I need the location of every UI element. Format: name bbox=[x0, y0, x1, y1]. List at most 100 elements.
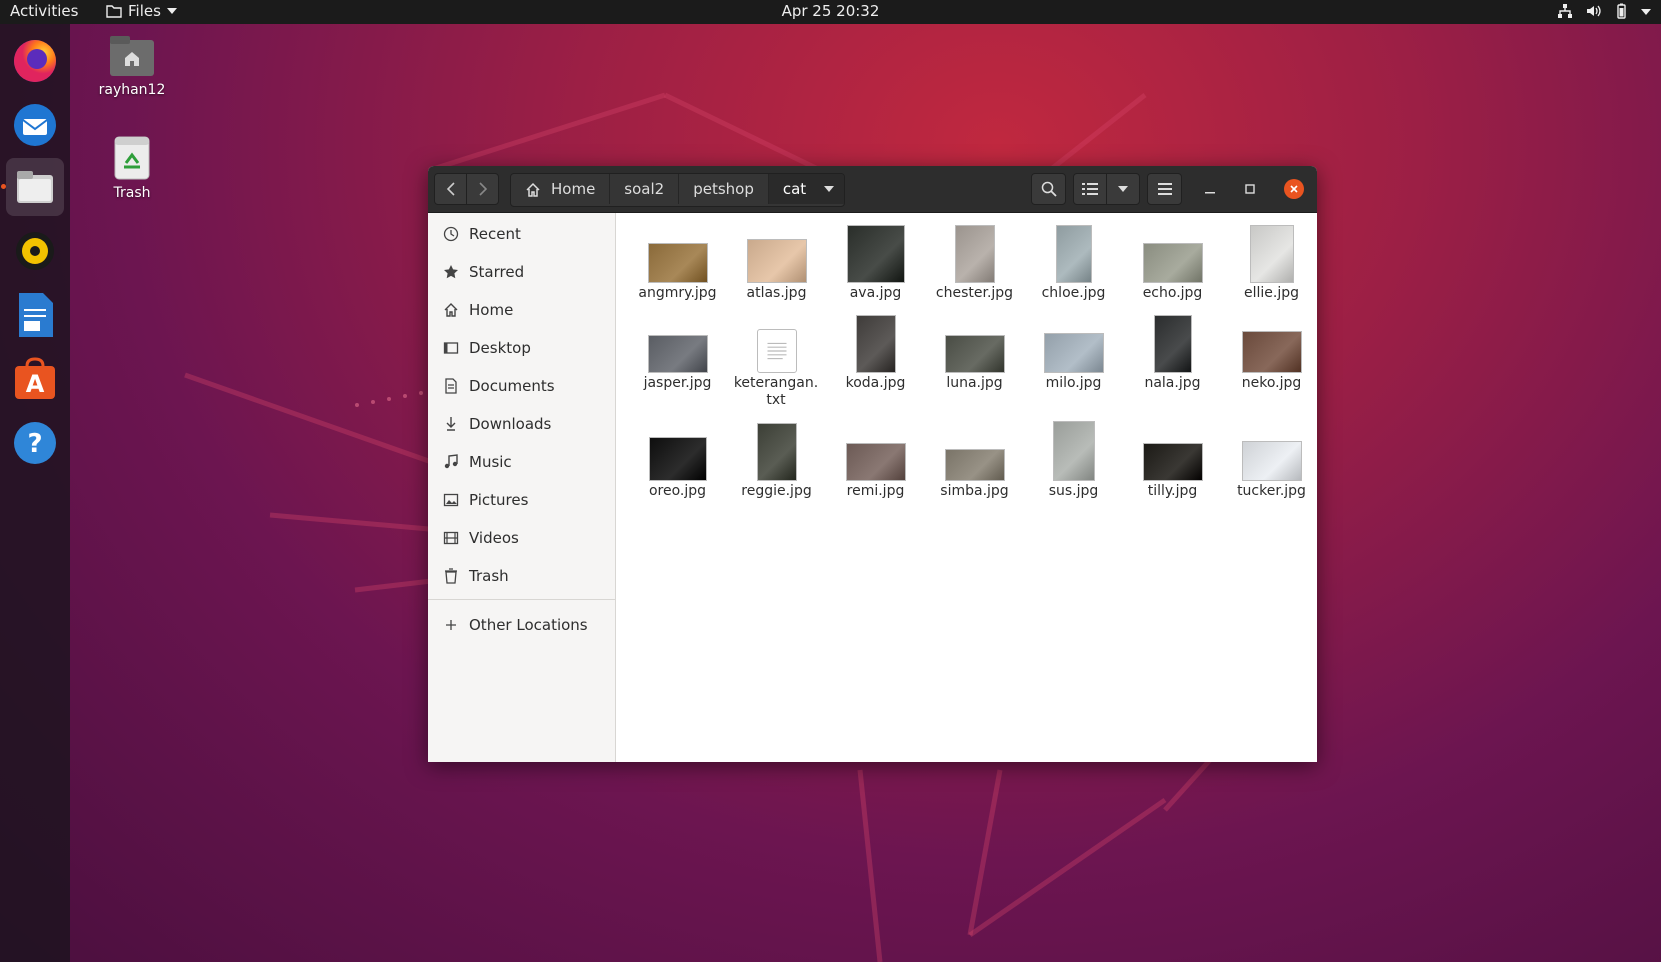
network-icon bbox=[1558, 4, 1572, 18]
file-name: angmry.jpg bbox=[638, 285, 717, 301]
file-name: nala.jpg bbox=[1144, 375, 1201, 391]
file-name: atlas.jpg bbox=[746, 285, 807, 301]
breadcrumb-petshop[interactable]: petshop bbox=[679, 174, 769, 204]
dock: A ? bbox=[0, 24, 70, 962]
desktop-trash[interactable]: Trash bbox=[77, 135, 187, 201]
sidebar-item-music[interactable]: Music bbox=[428, 443, 615, 481]
top-bar: Activities Files Apr 25 20:32 bbox=[0, 0, 1661, 24]
sidebar-divider bbox=[428, 599, 615, 600]
software-center-icon[interactable]: A bbox=[6, 350, 64, 408]
search-button[interactable] bbox=[1031, 173, 1066, 205]
maximize-button[interactable] bbox=[1236, 173, 1264, 205]
image-thumbnail bbox=[954, 225, 995, 283]
activities-button[interactable]: Activities bbox=[10, 2, 78, 20]
breadcrumb: Home soal2 petshop cat bbox=[510, 173, 846, 207]
breadcrumb-cat[interactable]: cat bbox=[768, 174, 845, 204]
image-thumbnail bbox=[944, 449, 1005, 481]
sidebar-item-downloads[interactable]: Downloads bbox=[428, 405, 615, 443]
file-name: chester.jpg bbox=[935, 285, 1014, 301]
home-folder-icon bbox=[110, 36, 154, 76]
view-list-button[interactable] bbox=[1073, 173, 1107, 205]
firefox-icon[interactable] bbox=[6, 32, 64, 90]
trash-icon bbox=[114, 136, 150, 180]
home-icon bbox=[444, 303, 458, 317]
thunderbird-icon[interactable] bbox=[6, 96, 64, 154]
libreoffice-writer-icon[interactable] bbox=[6, 286, 64, 344]
system-tray[interactable] bbox=[1557, 3, 1651, 19]
image-thumbnail bbox=[855, 315, 896, 373]
image-thumbnail bbox=[648, 437, 707, 481]
file-name: jasper.jpg bbox=[643, 375, 712, 391]
image-thumbnail bbox=[1043, 333, 1104, 373]
image-thumbnail bbox=[845, 443, 906, 481]
sidebar-item-pictures[interactable]: Pictures bbox=[428, 481, 615, 519]
file-name: keterangan. txt bbox=[733, 375, 819, 408]
image-thumbnail bbox=[1241, 441, 1302, 481]
rhythmbox-icon[interactable] bbox=[6, 222, 64, 280]
file-grid: angmry.jpg atlas.jpg ava.jpg chester.jpg chl… bbox=[616, 213, 1317, 762]
text-file-icon bbox=[756, 329, 797, 373]
folder-icon bbox=[106, 5, 122, 18]
view-options-button[interactable] bbox=[1106, 173, 1140, 205]
battery-icon bbox=[1617, 3, 1626, 19]
image-thumbnail bbox=[1052, 421, 1095, 481]
app-menu-label: Files bbox=[128, 2, 161, 20]
sidebar-item-home[interactable]: Home bbox=[428, 291, 615, 329]
image-thumbnail bbox=[647, 243, 708, 283]
close-button[interactable] bbox=[1284, 179, 1304, 199]
file-name: chloe.jpg bbox=[1041, 285, 1106, 301]
home-icon bbox=[526, 182, 540, 197]
file-name: koda.jpg bbox=[845, 375, 906, 391]
back-button[interactable] bbox=[434, 173, 467, 205]
desktop-icon bbox=[443, 342, 459, 354]
file-name: reggie.jpg bbox=[741, 483, 812, 499]
chevron-left-icon bbox=[446, 182, 455, 196]
search-icon bbox=[1041, 181, 1057, 197]
document-icon bbox=[445, 378, 457, 394]
sidebar-item-trash[interactable]: Trash bbox=[428, 557, 615, 595]
file-name: simba.jpg bbox=[940, 483, 1009, 499]
image-thumbnail bbox=[1055, 225, 1092, 283]
app-menu-button[interactable]: Files bbox=[106, 2, 177, 20]
sidebar-item-recent[interactable]: Recent bbox=[428, 215, 615, 253]
breadcrumb-soal2[interactable]: soal2 bbox=[610, 174, 680, 204]
image-thumbnail bbox=[756, 423, 797, 481]
minimize-button[interactable] bbox=[1196, 173, 1224, 205]
file-name: remi.jpg bbox=[846, 483, 905, 499]
files-icon[interactable] bbox=[6, 158, 64, 216]
trash-icon bbox=[445, 568, 457, 584]
header-bar: Home soal2 petshop cat bbox=[428, 166, 1317, 213]
image-thumbnail bbox=[944, 335, 1005, 373]
star-icon bbox=[444, 265, 458, 279]
video-icon bbox=[443, 531, 459, 545]
image-thumbnail bbox=[1142, 443, 1203, 481]
help-icon[interactable]: ? bbox=[6, 414, 64, 472]
chevron-down-icon bbox=[1641, 9, 1651, 15]
svg-text:A: A bbox=[26, 370, 45, 398]
desktop-home-folder[interactable]: rayhan12 bbox=[77, 34, 187, 98]
clock[interactable]: Apr 25 20:32 bbox=[782, 2, 880, 20]
chevron-down-icon bbox=[1118, 186, 1128, 192]
sidebar-item-other-locations[interactable]: Other Locations bbox=[428, 606, 615, 644]
hamburger-icon bbox=[1157, 183, 1172, 195]
file-name: tucker.jpg bbox=[1237, 483, 1306, 499]
breadcrumb-home[interactable]: Home bbox=[511, 174, 611, 204]
sidebar-item-desktop[interactable]: Desktop bbox=[428, 329, 615, 367]
sidebar-item-starred[interactable]: Starred bbox=[428, 253, 615, 291]
sidebar-item-videos[interactable]: Videos bbox=[428, 519, 615, 557]
file-name: echo.jpg bbox=[1142, 285, 1203, 301]
svg-text:?: ? bbox=[27, 429, 42, 459]
image-thumbnail bbox=[746, 239, 807, 283]
file-name: ava.jpg bbox=[849, 285, 902, 301]
file-name: neko.jpg bbox=[1241, 375, 1302, 391]
file-name: milo.jpg bbox=[1045, 375, 1102, 391]
picture-icon bbox=[443, 493, 459, 507]
file-name: sus.jpg bbox=[1048, 483, 1099, 499]
volume-icon bbox=[1587, 5, 1601, 17]
chevron-down-icon[interactable] bbox=[824, 186, 835, 192]
download-icon bbox=[446, 417, 456, 431]
menu-button[interactable] bbox=[1147, 173, 1182, 205]
forward-button[interactable] bbox=[466, 173, 499, 205]
close-icon bbox=[1290, 185, 1298, 193]
sidebar-item-documents[interactable]: Documents bbox=[428, 367, 615, 405]
